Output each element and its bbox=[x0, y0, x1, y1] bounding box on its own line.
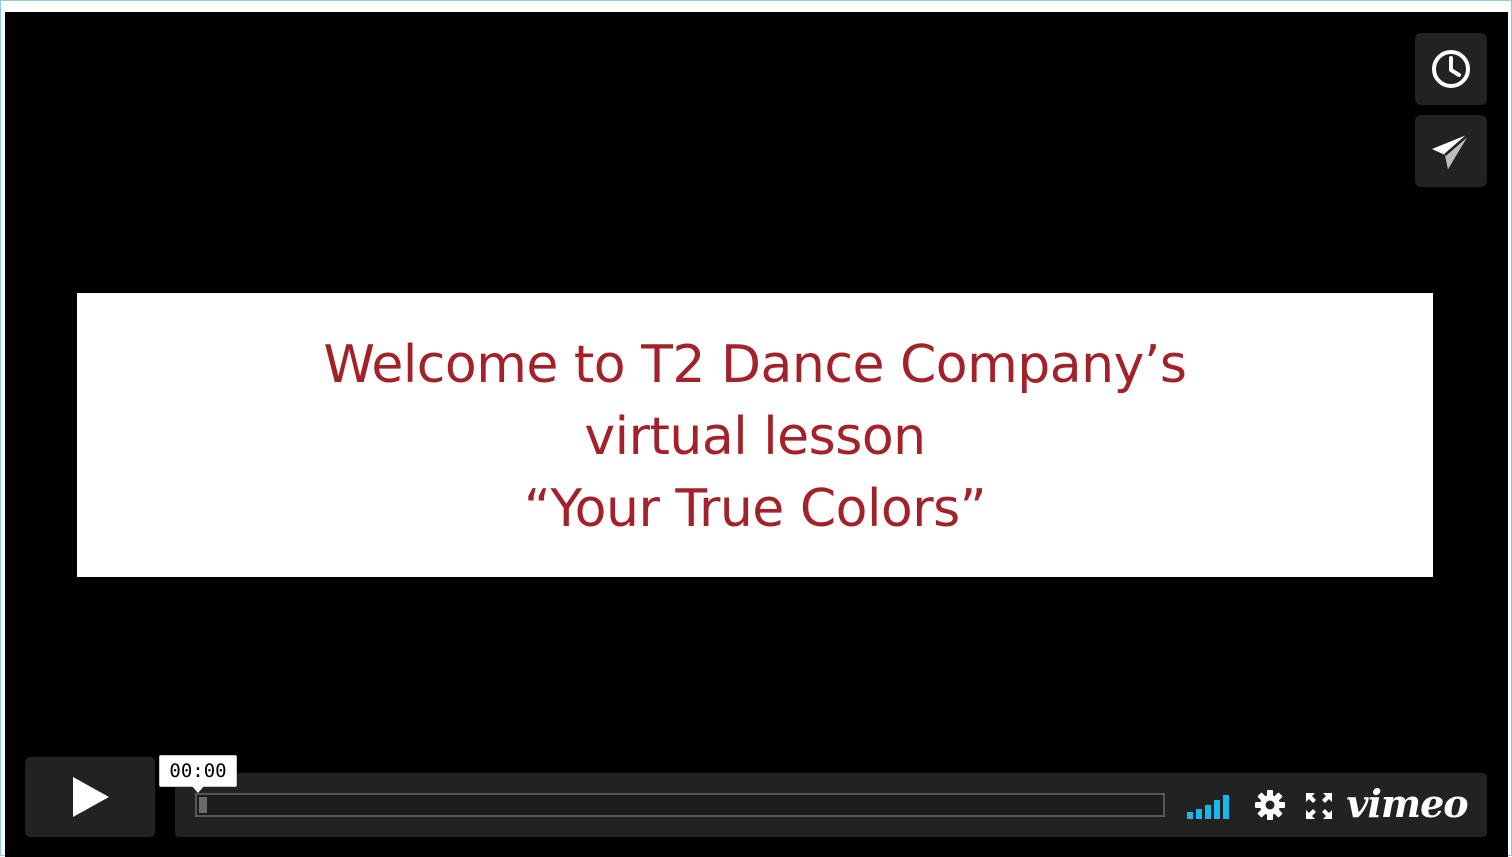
play-button[interactable] bbox=[25, 757, 155, 837]
title-line-1: Welcome to T2 Dance Company’s bbox=[323, 335, 1187, 395]
vimeo-logo[interactable]: vimeo bbox=[1345, 778, 1469, 828]
fullscreen-icon bbox=[1306, 793, 1332, 819]
title-line-2: virtual lesson bbox=[584, 407, 926, 467]
gear-icon bbox=[1255, 790, 1285, 820]
fullscreen-button[interactable] bbox=[1303, 790, 1335, 822]
watch-later-button[interactable] bbox=[1415, 33, 1487, 105]
current-time-tooltip: 00:00 bbox=[159, 755, 237, 793]
clock-icon bbox=[1432, 50, 1470, 88]
progress-bar[interactable] bbox=[195, 793, 1165, 817]
volume-button[interactable] bbox=[1185, 791, 1235, 821]
progress-played bbox=[199, 797, 207, 813]
control-bar bbox=[175, 773, 1487, 837]
settings-button[interactable] bbox=[1253, 788, 1287, 822]
share-button[interactable] bbox=[1415, 115, 1487, 187]
play-icon bbox=[73, 777, 109, 817]
video-player[interactable]: Welcome to T2 Dance Company’s virtual le… bbox=[5, 12, 1508, 857]
volume-bars-icon bbox=[1187, 795, 1229, 819]
video-title-card: Welcome to T2 Dance Company’s virtual le… bbox=[77, 293, 1433, 577]
paper-plane-icon bbox=[1432, 133, 1470, 169]
title-line-3: “Your True Colors” bbox=[523, 479, 987, 539]
embed-frame: Welcome to T2 Dance Company’s virtual le… bbox=[0, 0, 1512, 857]
